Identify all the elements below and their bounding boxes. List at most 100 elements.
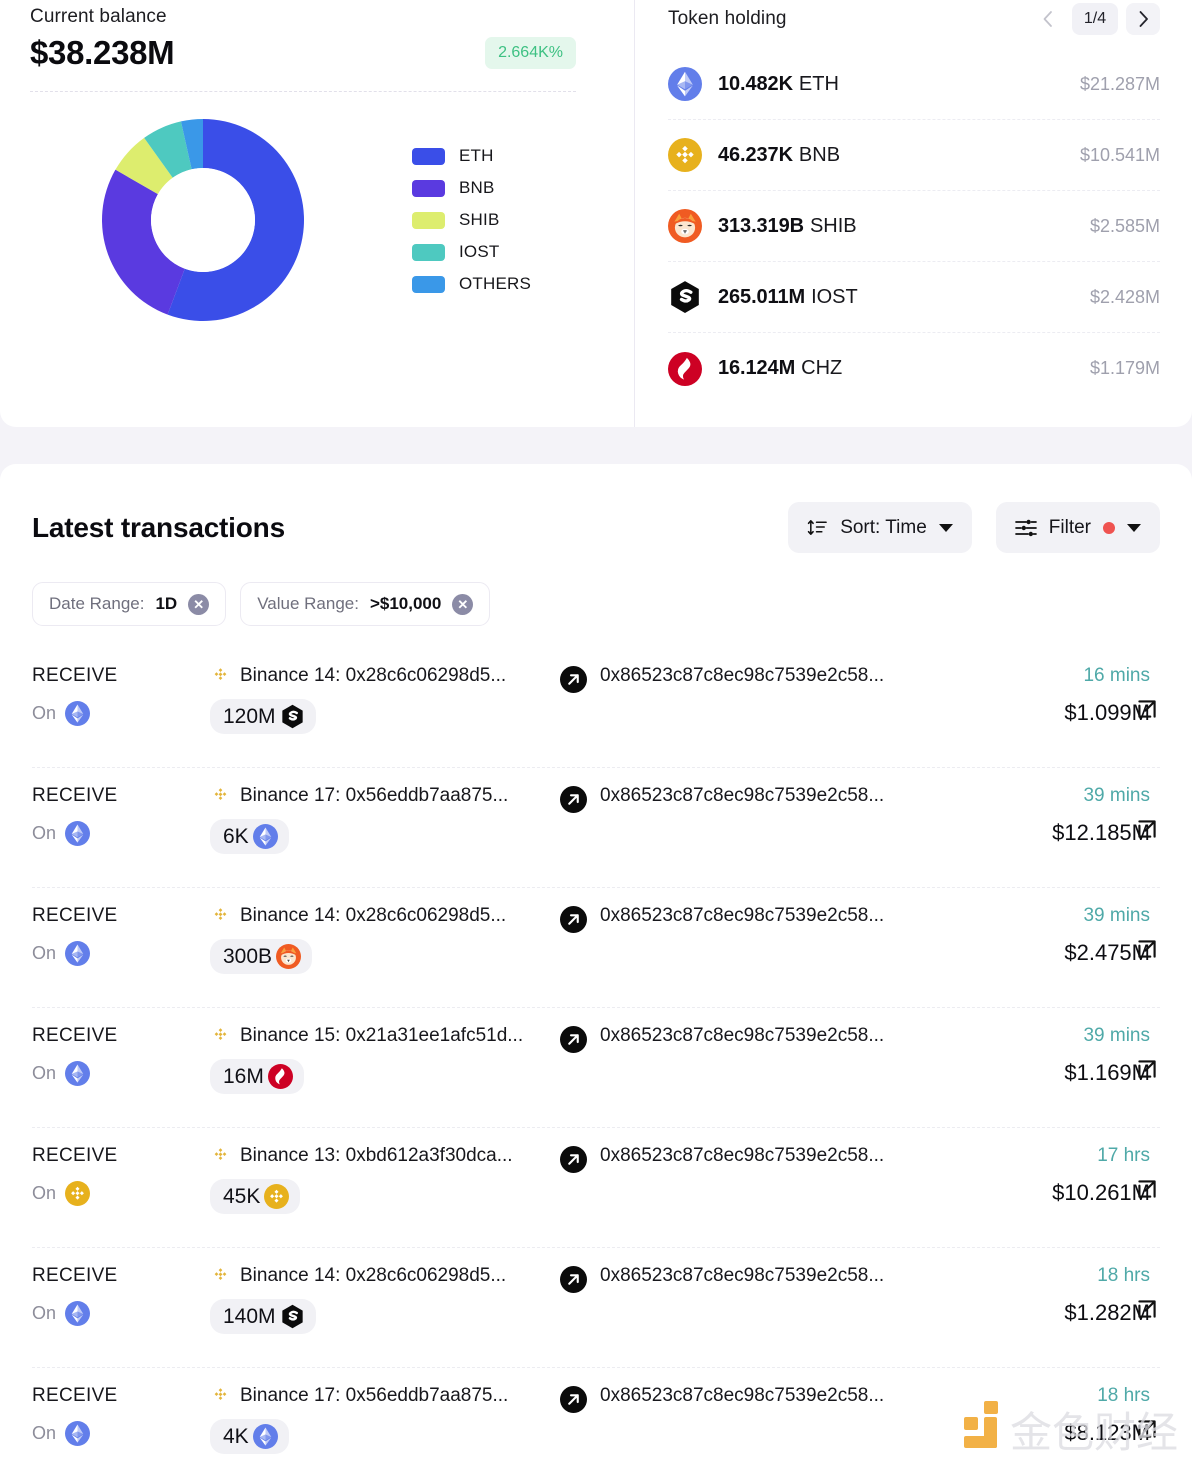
token-usd-value: $2.428M [1089,286,1160,307]
from-address-line[interactable]: Binance 14: 0x28c6c06298d5... [210,665,560,687]
token-row[interactable]: 46.237K BNB $10.541M [668,120,1160,191]
token-row[interactable]: 16.124M CHZ $1.179M [668,333,1160,404]
chart-legend: ETH BNB SHIB IOST OTHERS [412,146,531,294]
chain-icon [65,1421,91,1446]
transaction-usd-value: $2.475M [1064,940,1150,965]
transaction-type-cell: RECEIVE On [32,1265,210,1326]
token-row[interactable]: 10.482K ETH $21.287M [668,49,1160,120]
external-link-icon[interactable] [1134,936,1160,962]
transaction-amount: 4K [223,1424,249,1448]
table-row[interactable]: RECEIVE On Binance 13: 0xbd612a3f30dca... 4… [32,1128,1160,1248]
transaction-type: RECEIVE [32,905,118,926]
legend-item-shib: SHIB [412,210,531,230]
active-filter-chips: Date Range: 1D ✕ Value Range: >$10,000 ✕ [32,582,1160,626]
external-link-icon[interactable] [1134,816,1160,842]
overview-card: Current balance $38.238M 2.664K% ETH BNB S… [0,0,1192,427]
donut-chart [72,100,334,340]
from-address-line[interactable]: Binance 17: 0x56eddb7aa875... [210,785,560,807]
transaction-type: RECEIVE [32,785,118,806]
from-address-line[interactable]: Binance 14: 0x28c6c06298d5... [210,1265,560,1287]
transaction-to-cell[interactable]: 0x86523c87c8ec98c7539e2c58... [600,1145,960,1167]
shib-icon [668,209,702,243]
transaction-from-cell: Binance 13: 0xbd612a3f30dca... 45K [210,1145,560,1214]
transaction-amount-tag: 6K [210,819,289,854]
token-amount: 16.124M [718,357,796,379]
eth-icon [65,701,91,726]
svg-text:金色财经: 金色财经 [1010,1408,1178,1457]
close-icon[interactable]: ✕ [188,593,210,615]
external-link-icon[interactable] [1134,1176,1160,1202]
token-usd-value: $10.541M [1079,144,1160,165]
transaction-chain: On [32,701,210,726]
filter-button[interactable]: Filter [995,502,1160,553]
external-link-icon[interactable] [1134,1296,1160,1322]
token-row[interactable]: 313.319B SHIB $2.585M [668,191,1160,262]
from-address: Binance 15: 0x21a31ee1afc51d... [240,1025,524,1046]
transaction-amount: 300B [223,944,273,968]
transaction-to-cell[interactable]: 0x86523c87c8ec98c7539e2c58... [600,1265,960,1287]
direction-cell [560,1265,600,1298]
next-page-button[interactable] [1126,3,1160,35]
tune-icon [1014,519,1037,536]
transaction-to-cell[interactable]: 0x86523c87c8ec98c7539e2c58... [600,905,960,927]
token-holding-panel: Token holding 1/4 10.482K ETH $21.287M 4… [634,0,1192,427]
transaction-amount-tag: 4K [210,1419,289,1454]
transaction-usd-value: $1.282M [1064,1300,1150,1325]
shib-icon [276,944,302,969]
transaction-value-cell: 39 mins $1.169M [960,1025,1160,1086]
external-link-icon[interactable] [1134,696,1160,722]
on-label: On [32,1063,57,1083]
legend-item-bnb: BNB [412,178,531,198]
iost-icon [281,704,303,729]
amount-token-icon [280,1304,305,1329]
page-title: Latest transactions [32,511,285,543]
from-address-line[interactable]: Binance 14: 0x28c6c06298d5... [210,905,560,927]
close-icon[interactable]: ✕ [452,593,474,615]
external-link-icon[interactable] [1134,1056,1160,1082]
binance-diamond-icon [210,666,231,687]
token-row[interactable]: 265.011M IOST $2.428M [668,262,1160,333]
filter-chip[interactable]: Value Range: >$10,000 ✕ [240,582,491,626]
table-row[interactable]: RECEIVE On Binance 14: 0x28c6c06298d5... 14… [32,1248,1160,1368]
sort-button[interactable]: Sort: Time [788,502,972,553]
table-row[interactable]: RECEIVE On Binance 14: 0x28c6c06298d5... 30… [32,888,1160,1008]
table-row[interactable]: RECEIVE On Binance 17: 0x56eddb7aa875... 6K… [32,768,1160,888]
binance-diamond-icon [210,786,231,807]
transaction-to-cell[interactable]: 0x86523c87c8ec98c7539e2c58... [600,1385,960,1407]
binance-diamond-icon [210,1386,231,1407]
transactions-list: RECEIVE On Binance 14: 0x28c6c06298d5... 12… [32,648,1160,1472]
token-usd-value: $2.585M [1089,215,1160,236]
transaction-usd-value: $1.169M [1064,1060,1150,1085]
balance-panel: Current balance $38.238M 2.664K% ETH BNB S… [0,0,634,427]
from-address-line[interactable]: Binance 17: 0x56eddb7aa875... [210,1385,560,1407]
from-address: Binance 17: 0x56eddb7aa875... [240,785,509,806]
transaction-type-cell: RECEIVE On [32,665,210,726]
legend-swatch [412,147,445,165]
transaction-time: 39 mins [1083,905,1150,926]
to-address: 0x86523c87c8ec98c7539e2c58... [600,665,885,686]
token-symbol: IOST [811,285,858,308]
chain-icon [65,1301,91,1326]
transaction-value-cell: 18 hrs $1.282M [960,1265,1160,1326]
transaction-to-cell[interactable]: 0x86523c87c8ec98c7539e2c58... [600,1025,960,1047]
filter-chip[interactable]: Date Range: 1D ✕ [32,582,227,626]
transaction-to-cell[interactable]: 0x86523c87c8ec98c7539e2c58... [600,665,960,687]
table-row[interactable]: RECEIVE On Binance 15: 0x21a31ee1afc51d...… [32,1008,1160,1128]
filter-button-label: Filter [1048,516,1091,538]
transaction-type-cell: RECEIVE On [32,785,210,846]
amount-token-icon [280,704,305,729]
from-address-line[interactable]: Binance 13: 0xbd612a3f30dca... [210,1145,560,1167]
token-icon [668,67,702,101]
eth-icon [65,1301,91,1326]
from-address-line[interactable]: Binance 15: 0x21a31ee1afc51d... [210,1025,560,1047]
transaction-amount: 45K [223,1184,261,1208]
token-amount: 265.011M [718,285,806,308]
binance-diamond-icon [210,1026,231,1047]
arrow-up-right-icon [560,786,587,813]
table-row[interactable]: RECEIVE On Binance 14: 0x28c6c06298d5... 12… [32,648,1160,768]
transaction-to-cell[interactable]: 0x86523c87c8ec98c7539e2c58... [600,785,960,807]
prev-page-button[interactable] [1030,3,1064,35]
transaction-amount-tag: 120M [210,699,316,734]
eth-icon [65,821,91,846]
transaction-amount: 16M [223,1064,264,1088]
